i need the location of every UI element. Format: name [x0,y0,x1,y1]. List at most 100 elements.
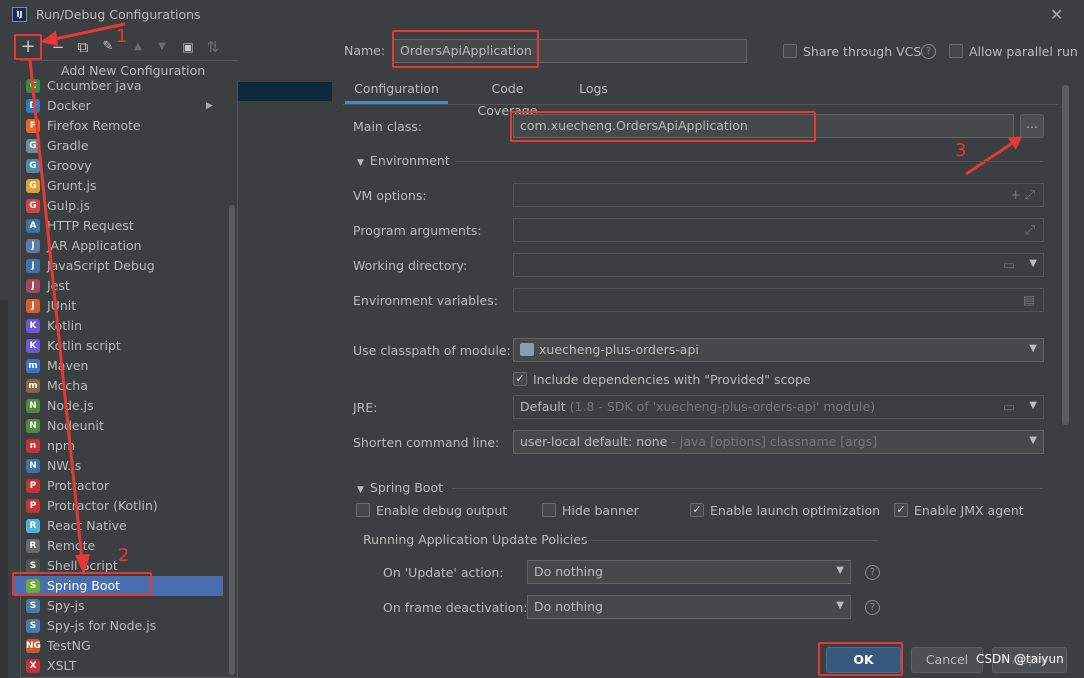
env-vars-field[interactable]: ▤ [513,288,1044,312]
configuration-type-icon: X [26,659,40,673]
vm-options-field[interactable]: + ⤢ [513,183,1044,207]
jre-label: JRE: [353,400,378,415]
chevron-down-icon[interactable]: ▼ [1029,343,1037,354]
intellij-app-icon: IJ [12,7,27,22]
configuration-type-icon: S [26,619,40,633]
spring-boot-divider [452,488,1043,489]
cancel-button[interactable]: Cancel [911,647,983,673]
vm-options-label: VM options: [353,188,427,203]
popup-item-label: TestNG [47,638,91,653]
shorten-hint: - java [options] classname [args] [671,434,878,449]
share-vcs-checkbox[interactable] [783,44,797,58]
popup-item[interactable]: X XSLT [24,656,224,676]
spring-boot-label: Spring Boot [369,480,444,495]
classpath-select[interactable]: xuecheng-plus-orders-api ▼ [513,338,1044,362]
folder-icon[interactable]: ▣ [178,37,198,57]
environment-label: Environment [369,153,450,168]
jre-value: Default [520,399,566,414]
expand-icon[interactable]: ⤢ [1025,222,1035,238]
main-class-label: Main class: [353,119,423,134]
chevron-down-icon[interactable]: ▼ [1029,400,1037,411]
csdn-watermark: CSDN @taiyun [976,652,1064,666]
spring-boot-section[interactable]: ▼ Spring Boot [357,480,443,495]
expand-icon[interactable]: + ⤢ [1011,187,1035,203]
shorten-label: Shorten command line: [353,435,500,450]
annotation-arrow-2 [28,59,90,575]
include-deps-checkbox[interactable]: ✓ [513,372,527,386]
folder-icon[interactable]: ▭ [1003,257,1015,272]
annotation-number-2: 2 [118,545,130,566]
policies-label: Running Application Update Policies [363,532,588,547]
popup-scrollbar[interactable] [229,205,235,675]
launch-opt-checkbox[interactable]: ✓ [690,503,704,517]
on-frame-select[interactable]: Do nothing ▼ [527,595,851,619]
on-update-label: On 'Update' action: [383,565,504,580]
hide-banner-checkbox[interactable] [542,503,556,517]
collapse-icon: ▼ [357,158,364,168]
on-update-value: Do nothing [534,564,603,579]
classpath-label: Use classpath of module: [353,343,511,358]
enable-debug-checkbox[interactable] [356,503,370,517]
annotation-arrow-3 [965,136,1022,176]
allow-parallel-label: Allow parallel run [969,44,1078,59]
program-args-field[interactable]: ⤢ [513,218,1044,242]
env-vars-label: Environment variables: [353,293,498,308]
ok-highlight [818,642,903,676]
chevron-down-icon[interactable]: ▼ [1029,435,1037,446]
tab-configuration-label: Configuration [354,81,439,96]
popup-item-label: XSLT [47,658,77,673]
popup-item[interactable]: S Spy-js for Node.js [24,616,224,636]
tree-edge-strip [0,300,8,678]
on-update-select[interactable]: Do nothing ▼ [527,560,851,584]
configuration-type-icon: NG [26,639,41,653]
name-label: Name: [344,43,386,58]
share-vcs-label: Share through VCS [803,44,922,59]
tab-code-coverage[interactable]: Code Coverage [460,78,555,118]
main-class-highlight [510,111,816,142]
close-icon[interactable]: ✕ [1050,5,1063,24]
name-highlight [392,30,539,68]
collapse-icon: ▼ [357,485,364,495]
chevron-down-icon[interactable]: ▼ [1029,258,1037,269]
popup-item[interactable]: NG TestNG [24,636,224,656]
popup-item[interactable]: S Spy-js [24,596,224,616]
shorten-value-wrap: user-local default: none - java [options… [520,434,877,449]
tab-configuration[interactable]: Configuration [345,78,448,104]
annotation-arrow-1 [40,22,126,46]
on-frame-label: On frame deactivation: [383,600,528,615]
folder-icon[interactable]: ▭ [1003,399,1015,414]
sort-icon[interactable]: ⇅ [203,37,223,57]
chevron-down-icon[interactable]: ▼ [836,565,844,576]
shorten-value: user-local default: none [520,434,668,449]
popup-item-label: Spy-js for Node.js [47,618,157,633]
configuration-type-icon: S [26,599,40,613]
help-icon[interactable]: ? [865,600,880,615]
hide-banner-label: Hide banner [562,503,639,518]
tab-separator [343,104,1058,105]
tab-logs-label: Logs [579,81,608,96]
working-dir-field[interactable]: ▭ ▼ [513,253,1044,277]
allow-parallel-checkbox[interactable] [949,44,963,58]
environment-section[interactable]: ▼ Environment [357,153,450,168]
tree-selected-row[interactable] [237,82,332,101]
shorten-select[interactable]: user-local default: none - java [options… [513,430,1044,454]
policies-divider [580,540,878,541]
config-scrollbar[interactable] [1062,85,1069,425]
enable-debug-label: Enable debug output [376,503,508,518]
move-down-icon[interactable]: ▼ [152,37,172,57]
tab-logs[interactable]: Logs [571,78,616,104]
working-dir-label: Working directory: [353,258,468,273]
module-icon [520,343,534,356]
jre-value-wrap: Default (1.8 - SDK of 'xuecheng-plus-ord… [520,399,875,414]
jmx-label: Enable JMX agent [914,503,1024,518]
jre-field[interactable]: Default (1.8 - SDK of 'xuecheng-plus-ord… [513,395,1044,419]
on-frame-value: Do nothing [534,599,603,614]
jmx-checkbox[interactable]: ✓ [894,503,908,517]
launch-opt-label: Enable launch optimization [710,503,881,518]
help-icon[interactable]: ? [865,565,880,580]
chevron-down-icon[interactable]: ▼ [836,600,844,611]
document-icon[interactable]: ▤ [1023,292,1035,307]
move-up-icon[interactable]: ▲ [128,37,148,57]
include-deps-label: Include dependencies with "Provided" sco… [533,372,811,387]
help-icon[interactable]: ? [921,44,936,59]
